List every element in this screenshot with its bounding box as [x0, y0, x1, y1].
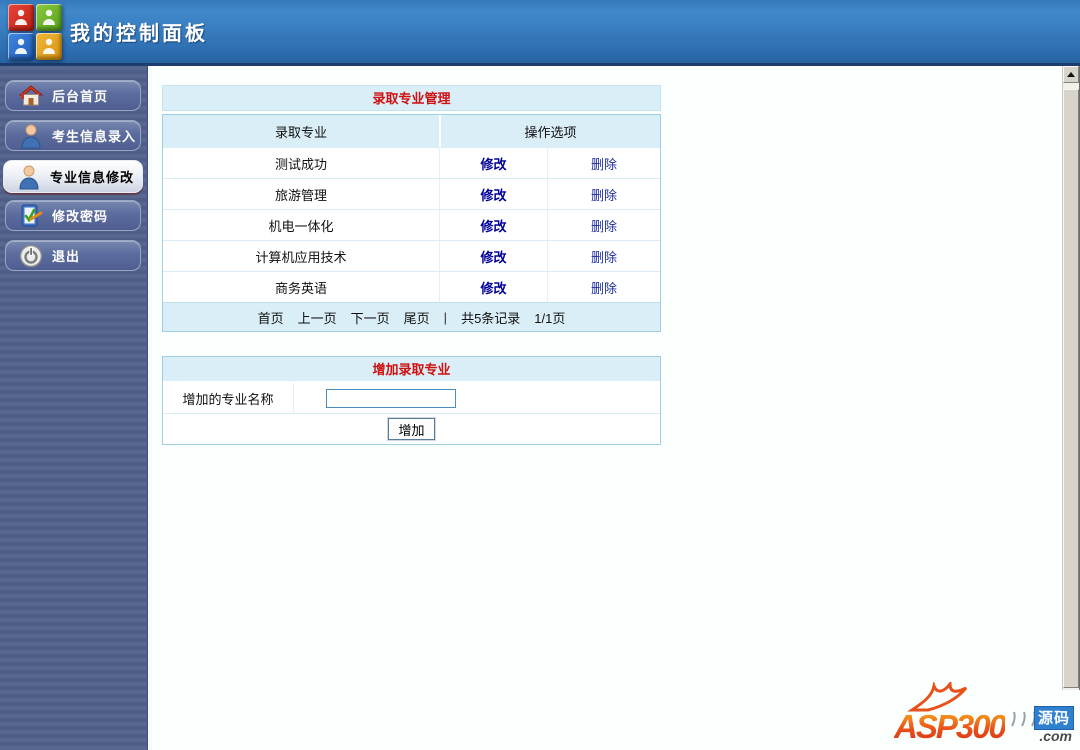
sidebar-item-major[interactable]: 专业信息修改: [3, 160, 143, 193]
logo-tile-blue: [8, 33, 34, 60]
add-button[interactable]: 增加: [387, 417, 436, 441]
add-major-panel: 增加录取专业 增加的专业名称 增加: [162, 356, 661, 445]
major-table-header: 录取专业 操作选项: [163, 115, 660, 147]
titlebar: 我的控制面板: [0, 0, 1080, 66]
edit-link[interactable]: 修改: [480, 278, 506, 297]
column-header-major: 录取专业: [163, 115, 439, 147]
record-count: 共5条记录: [461, 310, 521, 326]
table-row: 测试成功 修改 删除: [163, 147, 660, 178]
pagination-bar: 首页 上一页 下一页 尾页 | 共5条记录 1/1页: [163, 302, 660, 331]
add-major-table: 增加录取专业 增加的专业名称 增加: [162, 356, 661, 445]
home-icon: [18, 83, 44, 109]
major-name-cell: 机电一体化: [163, 210, 440, 240]
major-name-cell: 商务英语: [163, 272, 440, 302]
logo-tile-orange: [36, 33, 62, 60]
up-arrow-icon: [1067, 72, 1075, 77]
pagination-separator: |: [443, 309, 448, 325]
edit-link[interactable]: 修改: [480, 185, 506, 204]
sidebar-item-label: 专业信息修改: [50, 170, 135, 185]
sidebar-item-password[interactable]: 修改密码: [5, 200, 141, 231]
page-title: 我的控制面板: [70, 23, 208, 45]
edit-cell: 修改: [440, 210, 548, 240]
content-area: 录取专业管理 录取专业 操作选项 测试成功 修改 删除 旅游管理 修改 删除 机电一体化 修改…: [152, 66, 1080, 750]
add-major-form-row: 增加的专业名称: [163, 383, 660, 414]
watermark-suffix: .com: [1039, 728, 1072, 744]
logo-tile-red: [8, 4, 34, 31]
sidebar-item-label: 退出: [52, 249, 81, 264]
watermark-brand: ASP300: [894, 708, 1007, 745]
delete-cell: 删除: [548, 241, 660, 271]
edit-cell: 修改: [440, 241, 548, 271]
delete-link[interactable]: 删除: [591, 185, 617, 204]
delete-link[interactable]: 删除: [591, 247, 617, 266]
delete-cell: 删除: [548, 148, 660, 178]
sidebar-item-label: 考生信息录入: [52, 129, 137, 144]
table-row: 旅游管理 修改 删除: [163, 178, 660, 209]
scroll-up-button[interactable]: [1063, 66, 1079, 83]
logo-tile-green: [36, 4, 62, 31]
table-row: 机电一体化 修改 删除: [163, 209, 660, 240]
major-table: 录取专业 操作选项 测试成功 修改 删除 旅游管理 修改 删除 机电一体化 修改 删除 计算机应用…: [162, 114, 661, 332]
delete-cell: 删除: [548, 179, 660, 209]
edit-link[interactable]: 修改: [480, 247, 506, 266]
pagination-link-2[interactable]: 下一页: [351, 308, 390, 327]
major-name-cell: 旅游管理: [163, 179, 440, 209]
delete-cell: 删除: [548, 210, 660, 240]
sidebar-item-label: 后台首页: [52, 89, 109, 104]
major-name-label: 增加的专业名称: [163, 383, 294, 413]
table-row: 计算机应用技术 修改 删除: [163, 240, 660, 271]
major-panel-title: 录取专业管理: [162, 85, 661, 111]
password-icon: [18, 203, 44, 229]
pagination-link-0[interactable]: 首页: [258, 308, 284, 327]
sidebar: 后台首页考生信息录入 专业信息修改 修改密码退出: [0, 66, 148, 750]
edit-link[interactable]: 修改: [480, 216, 506, 235]
app-window: 我的控制面板 后台首页考生信息录入 专业信息修改 修改密码退出 录取专业管理 录取专…: [0, 0, 1080, 750]
delete-link[interactable]: 删除: [591, 278, 617, 297]
sidebar-item-entry[interactable]: 考生信息录入: [5, 120, 141, 151]
edit-cell: 修改: [440, 272, 548, 302]
logout-icon: [18, 243, 44, 269]
sidebar-item-home[interactable]: 后台首页: [5, 80, 141, 111]
asp300-watermark: ASP300 源码 .com: [894, 682, 1074, 748]
edit-cell: 修改: [440, 148, 548, 178]
sidebar-item-label: 修改密码: [52, 209, 109, 224]
delete-link[interactable]: 删除: [591, 216, 617, 235]
pagination-link-3[interactable]: 尾页: [404, 308, 430, 327]
delete-link[interactable]: 删除: [591, 154, 617, 173]
sidebar-item-exit[interactable]: 退出: [5, 240, 141, 271]
edit-link[interactable]: 修改: [480, 154, 506, 173]
major-name-cell: 计算机应用技术: [163, 241, 440, 271]
major-name-input[interactable]: [326, 388, 456, 408]
person-icon: [18, 123, 44, 149]
watermark-badge: 源码: [1033, 706, 1074, 730]
app-logo-icon: [8, 4, 64, 62]
person-icon: [16, 164, 42, 190]
major-name-cell: 测试成功: [163, 148, 440, 178]
add-panel-title: 增加录取专业: [163, 357, 660, 383]
page-info: 1/1页: [534, 310, 566, 326]
scrollbar[interactable]: [1062, 66, 1080, 690]
major-management-panel: 录取专业管理 录取专业 操作选项 测试成功 修改 删除 旅游管理 修改 删除 机电一体化 修改…: [162, 85, 661, 332]
column-header-actions: 操作选项: [441, 115, 660, 147]
edit-cell: 修改: [440, 179, 548, 209]
delete-cell: 删除: [548, 272, 660, 302]
scrollbar-thumb[interactable]: [1063, 89, 1079, 688]
table-row: 商务英语 修改 删除: [163, 271, 660, 302]
add-button-row: 增加: [163, 414, 660, 444]
pagination-link-1[interactable]: 上一页: [298, 308, 337, 327]
major-name-input-cell: [294, 383, 660, 413]
